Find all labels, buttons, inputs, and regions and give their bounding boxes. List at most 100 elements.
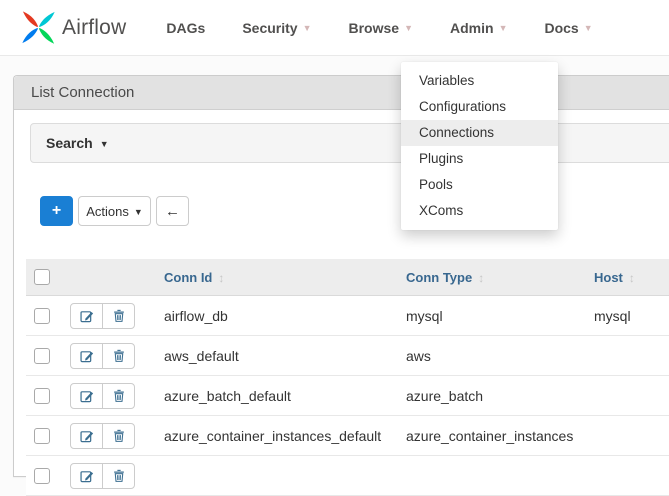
column-header-conn-type[interactable]: Conn Type ↕ [398,259,586,296]
conn-type-cell: azure_batch [398,376,586,416]
pencil-square-icon [80,429,94,443]
edit-record-button[interactable] [70,463,103,489]
host-cell: mysql [586,296,669,336]
table-header-row: Conn Id ↕ Conn Type ↕ Host ↕ [26,259,669,296]
table-row: aws_defaultaws [26,336,669,376]
plus-icon: + [52,202,61,220]
nav-menu: DAGs Security ▼ Browse ▼ Admin ▼ Docs ▼ [166,20,592,36]
sort-icon[interactable]: ↕ [478,271,484,285]
conn-type-cell: azure_container_instances [398,416,586,456]
pencil-square-icon [80,469,94,483]
edit-record-button[interactable] [70,383,103,409]
conn-id-cell: aws_default [156,336,398,376]
toolbar: + Actions ▼ ← [40,196,189,226]
actions-header-cell [64,259,156,296]
search-label: Search [46,135,93,151]
host-cell [586,336,669,376]
row-checkbox[interactable] [34,468,50,484]
chevron-down-icon: ▼ [100,140,109,149]
trash-icon [113,429,125,442]
column-label: Conn Id [164,270,212,285]
column-header-conn-id[interactable]: Conn Id ↕ [156,259,398,296]
edit-record-button[interactable] [70,423,103,449]
row-actions-cell [64,416,156,456]
edit-record-button[interactable] [70,343,103,369]
nav-label: DAGs [166,20,205,36]
edit-record-button[interactable] [70,303,103,329]
row-select-cell [26,296,64,336]
sort-icon[interactable]: ↕ [629,271,635,285]
column-header-host[interactable]: Host ↕ [586,259,669,296]
search-collapse-toggle[interactable]: Search ▼ [30,123,669,163]
conn-id-cell [156,456,398,496]
back-button[interactable]: ← [156,196,189,226]
actions-dropdown-button[interactable]: Actions ▼ [78,196,151,226]
sort-icon[interactable]: ↕ [218,271,224,285]
table-row: azure_batch_defaultazure_batch [26,376,669,416]
menu-item-configurations[interactable]: Configurations [401,94,558,120]
trash-icon [113,349,125,362]
actions-label: Actions [86,204,129,219]
page-title: List Connection [31,84,134,101]
list-connection-panel: List Connection Search ▼ + Actions ▼ ← [13,75,669,477]
row-checkbox[interactable] [34,428,50,444]
delete-record-button[interactable] [102,383,135,409]
nav-label: Docs [544,20,578,36]
delete-record-button[interactable] [102,463,135,489]
pencil-square-icon [80,349,94,363]
conn-id-cell: azure_container_instances_default [156,416,398,456]
arrow-left-icon: ← [165,203,180,220]
nav-item-dags[interactable]: DAGs [166,20,205,36]
row-checkbox[interactable] [34,388,50,404]
row-actions-cell [64,456,156,496]
host-cell [586,456,669,496]
row-select-cell [26,376,64,416]
row-select-cell [26,456,64,496]
delete-record-button[interactable] [102,343,135,369]
nav-item-docs[interactable]: Docs ▼ [544,20,592,36]
menu-item-plugins[interactable]: Plugins [401,146,558,172]
table-row-partial [26,456,669,496]
connections-table-wrap: Conn Id ↕ Conn Type ↕ Host ↕ airflow_db mysq… [26,259,669,496]
chevron-down-icon: ▼ [404,24,413,33]
conn-id-cell: airflow_db [156,296,398,336]
chevron-down-icon: ▼ [499,24,508,33]
conn-type-cell [398,456,586,496]
menu-item-connections[interactable]: Connections [401,120,558,146]
trash-icon [113,389,125,402]
top-navbar: Airflow DAGs Security ▼ Browse ▼ Admin ▼… [0,0,669,56]
trash-icon [113,309,125,322]
conn-id-cell: azure_batch_default [156,376,398,416]
airflow-brand[interactable]: Airflow [20,9,126,46]
menu-item-pools[interactable]: Pools [401,172,558,198]
column-label: Host [594,270,623,285]
nav-item-admin[interactable]: Admin ▼ [450,20,507,36]
table-row: airflow_dbmysqlmysql [26,296,669,336]
menu-item-variables[interactable]: Variables [401,68,558,94]
nav-label: Security [242,20,297,36]
row-actions-cell [64,376,156,416]
row-checkbox[interactable] [34,348,50,364]
select-all-checkbox[interactable] [34,269,50,285]
column-label: Conn Type [406,270,472,285]
add-record-button[interactable]: + [40,196,73,226]
nav-label: Browse [349,20,400,36]
row-actions-cell [64,336,156,376]
row-checkbox[interactable] [34,308,50,324]
connections-table: Conn Id ↕ Conn Type ↕ Host ↕ airflow_db mysq… [26,259,669,496]
admin-dropdown-menu: Variables Configurations Connections Plu… [401,62,558,230]
row-select-cell [26,416,64,456]
nav-item-security[interactable]: Security ▼ [242,20,311,36]
delete-record-button[interactable] [102,303,135,329]
row-select-cell [26,336,64,376]
pencil-square-icon [80,389,94,403]
nav-item-browse[interactable]: Browse ▼ [349,20,414,36]
delete-record-button[interactable] [102,423,135,449]
conn-type-cell: aws [398,336,586,376]
menu-item-xcoms[interactable]: XComs [401,198,558,224]
host-cell [586,416,669,456]
panel-header: List Connection [14,76,669,110]
chevron-down-icon: ▼ [134,208,143,217]
chevron-down-icon: ▼ [584,24,593,33]
chevron-down-icon: ▼ [303,24,312,33]
